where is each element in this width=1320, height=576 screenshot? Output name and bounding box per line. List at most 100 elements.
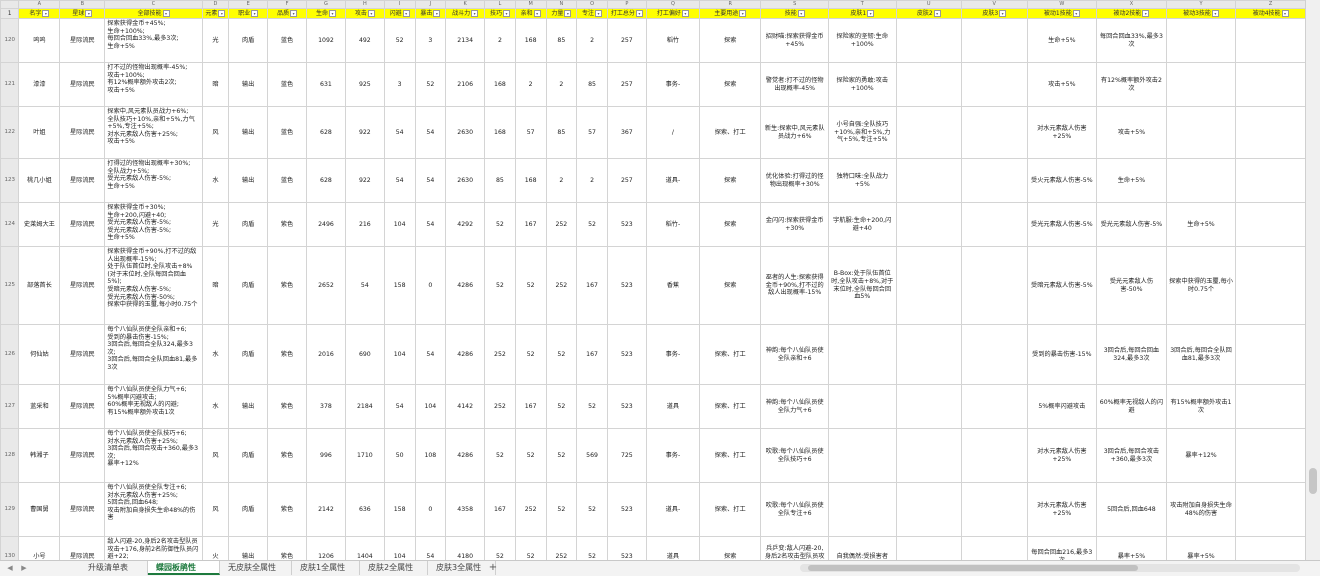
cell[interactable]: 道具 [645,384,701,429]
cell[interactable] [1165,62,1237,107]
cell[interactable] [1165,18,1237,63]
cell[interactable]: 探索、打工 [699,428,762,483]
cell[interactable]: 曹国舅 [18,482,61,537]
cell[interactable]: 受暗元素敌人伤害-5% [1026,246,1098,325]
cell[interactable]: 蓝采和 [18,384,61,429]
filter-dropdown-icon[interactable]: ▾ [328,10,336,17]
cell[interactable] [961,62,1028,107]
cell[interactable]: 光 [201,18,230,63]
cell[interactable]: 水 [201,384,230,429]
cell[interactable]: 星际流民 [59,384,106,429]
cell[interactable]: 54 [383,106,416,159]
cell[interactable]: 稻竹- [645,202,701,247]
cell[interactable]: 星际流民 [59,536,106,560]
column-header[interactable]: 全部技能 ▾ [104,8,203,19]
filter-dropdown-icon[interactable]: ▾ [1142,10,1150,17]
vertical-scroll-thumb[interactable] [1309,468,1317,494]
cell[interactable] [895,536,963,560]
cell[interactable]: 996 [306,428,346,483]
cell[interactable]: 肉盾 [228,246,269,325]
cell[interactable]: 3 [383,62,416,107]
cell[interactable]: 2142 [306,482,346,537]
cell[interactable]: 新生:探索中,风元素队员战力+6% [760,106,829,159]
cell[interactable]: 57 [514,106,547,159]
cell[interactable] [1235,62,1306,107]
column-letter[interactable]: L [484,0,516,9]
cell[interactable]: 1710 [344,428,385,483]
cell[interactable]: 52 [545,428,578,483]
cell[interactable]: 4358 [445,482,486,537]
cell[interactable]: 探险家的坚韧:生命+100% [827,18,897,63]
cell[interactable]: 风 [201,106,230,159]
filter-dropdown-icon[interactable]: ▾ [635,10,643,17]
cell[interactable]: 4142 [445,384,486,429]
column-header[interactable]: 名字 ▾ [18,8,61,19]
cell[interactable]: 暗 [201,62,230,107]
cell[interactable]: 52 [484,246,516,325]
column-letter[interactable]: Z [1235,0,1306,9]
column-letter[interactable]: V [961,0,1028,9]
row-number[interactable]: 129 [0,482,20,537]
cell[interactable] [1235,106,1306,159]
cell[interactable]: 922 [344,106,385,159]
cell[interactable]: 52 [514,428,547,483]
cell[interactable]: 52 [576,536,608,560]
cell[interactable]: 60%概率无视敌人的闪避 [1096,384,1167,429]
vertical-scrollbar[interactable] [1305,0,1320,560]
cell[interactable]: 事务- [645,62,701,107]
cell[interactable]: 54 [414,158,447,203]
cell[interactable]: 52 [576,202,608,247]
cell[interactable]: 922 [344,158,385,203]
cell[interactable]: 3回合后,每回合攻击+360,最多3次 [1096,428,1167,483]
cell[interactable]: 158 [383,482,416,537]
cell[interactable] [827,482,897,537]
column-letter[interactable]: C [104,0,203,9]
cell[interactable]: 85 [545,18,578,63]
column-letter[interactable]: X [1096,0,1167,9]
column-header[interactable]: 技能 ▾ [760,8,829,19]
cell[interactable]: 神韵:每个八仙队员使全队亲和+6 [760,324,829,385]
cell[interactable] [1235,536,1306,560]
cell[interactable] [1235,246,1306,325]
cell[interactable]: 4292 [445,202,486,247]
filter-dropdown-icon[interactable]: ▾ [162,10,170,17]
cell[interactable]: 生命+5% [1165,202,1237,247]
cell[interactable]: 兵乒变:敌人闪避-20,身后2名攻击型队员攻击 [760,536,829,560]
cell[interactable]: 167 [484,482,516,537]
filter-dropdown-icon[interactable]: ▾ [681,10,689,17]
cell[interactable]: 有12%概率额外攻击2次 [1096,62,1167,107]
cell[interactable]: 对水元素敌人伤害+25% [1026,428,1098,483]
cell[interactable]: 3回合后,每回合全队回血81,最多3次 [1165,324,1237,385]
cell[interactable]: 378 [306,384,346,429]
column-header[interactable]: 被动1技能 ▾ [1026,8,1098,19]
cell[interactable]: 52 [545,384,578,429]
cell[interactable]: 输出 [228,62,269,107]
cell[interactable]: 631 [306,62,346,107]
cell[interactable]: 367 [606,106,647,159]
cell[interactable]: 探索 [699,536,762,560]
cell[interactable]: 4286 [445,428,486,483]
cell[interactable]: 216 [344,202,385,247]
cell[interactable]: 紫色 [267,246,308,325]
cell[interactable]: 252 [545,202,578,247]
row-number[interactable]: 125 [0,246,20,325]
column-header[interactable]: 技巧 ▾ [484,8,516,19]
cell[interactable]: 招财喵:探索获得金币+45% [760,18,829,63]
column-header[interactable]: 打工偏好 ▾ [645,8,701,19]
cell[interactable]: 肉盾 [228,202,269,247]
cell[interactable]: 受火元素敌人伤害-5% [1026,158,1098,203]
cell[interactable]: 探索、打工 [699,324,762,385]
column-header[interactable]: 星球 ▾ [59,8,106,19]
cell[interactable] [1235,384,1306,429]
cell[interactable]: 星际流民 [59,482,106,537]
cell[interactable] [961,536,1028,560]
cell[interactable] [895,324,963,385]
cell[interactable] [961,106,1028,159]
cell[interactable]: 探索获得金币+90%,打不过的敌人出现概率-15%; 处于队伍首位时,全队攻击+… [104,246,203,325]
row-number[interactable]: 120 [0,18,20,63]
cell[interactable] [895,246,963,325]
cell[interactable]: 史莱姆大王 [18,202,61,247]
cell[interactable]: 104 [383,202,416,247]
cell[interactable]: 52 [514,246,547,325]
cell[interactable]: 167 [514,202,547,247]
